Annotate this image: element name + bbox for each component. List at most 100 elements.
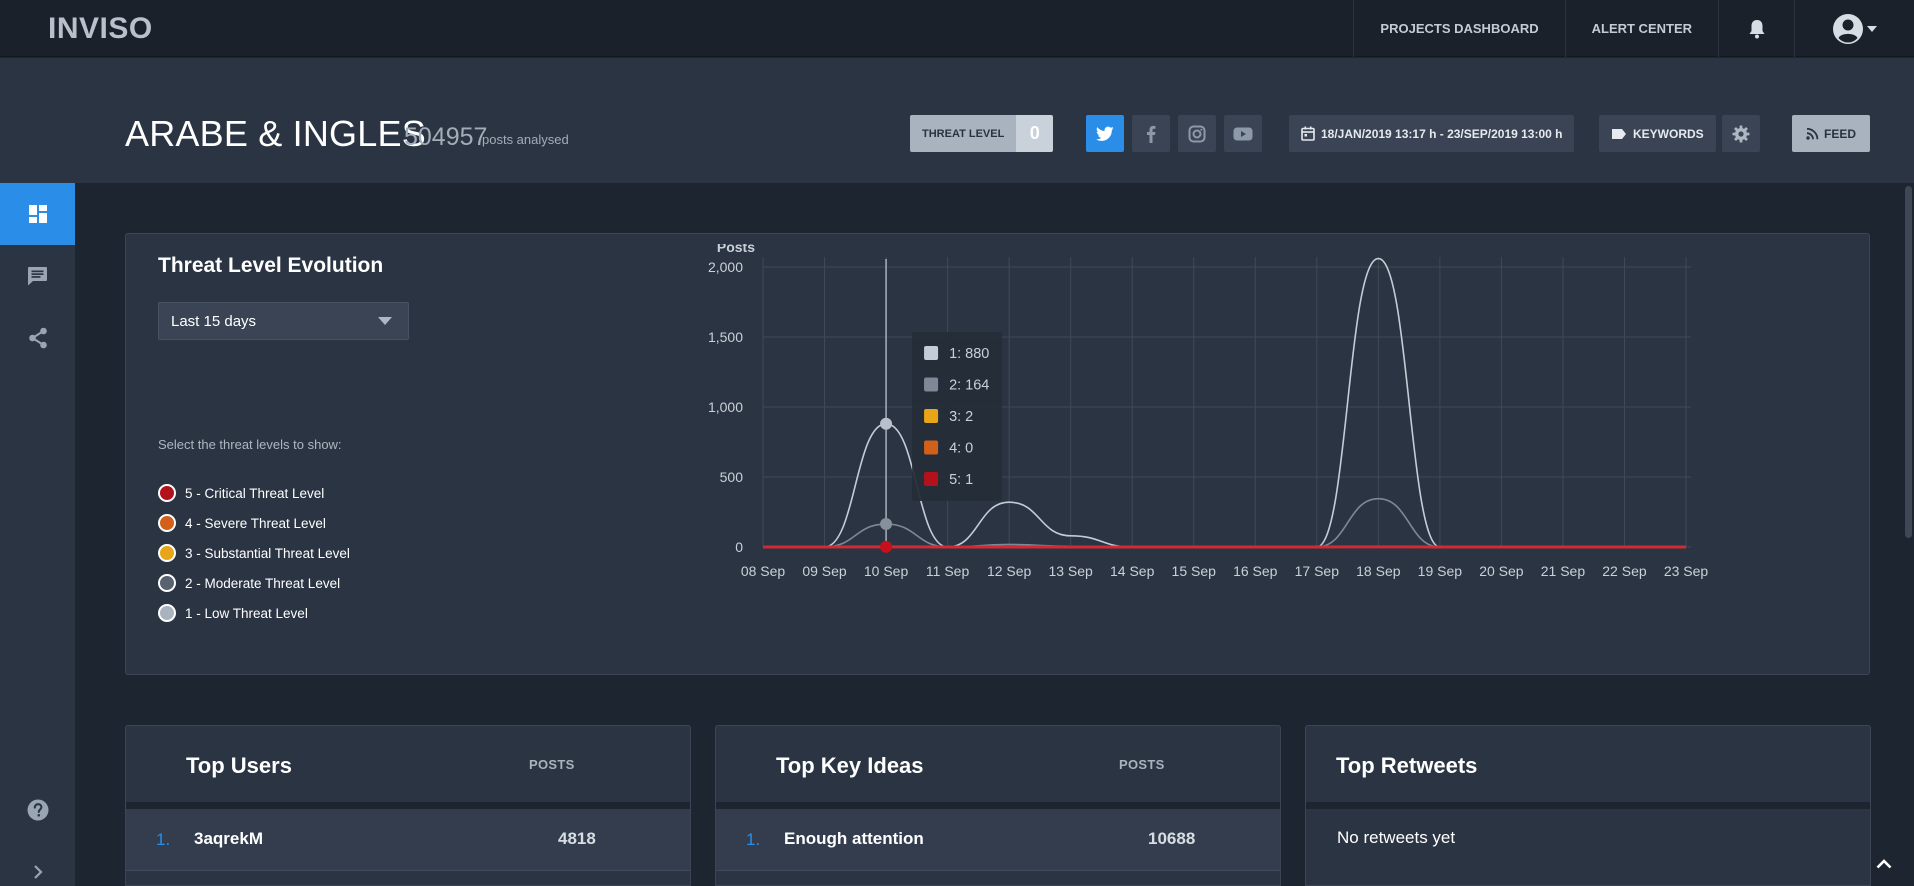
keywords-button[interactable]: KEYWORDS [1599,115,1716,152]
threat-level-swatch [158,484,176,502]
threat-level-toggle[interactable]: 3 - Substantial Threat Level [158,538,350,568]
threat-evolution-panel: Threat Level Evolution Last 15 days Sele… [125,233,1870,675]
top-bar: INVISO PROJECTS DASHBOARD ALERT CENTER [0,0,1914,57]
youtube-icon [1233,127,1253,140]
y-tick-label: 1,000 [708,399,743,415]
y-axis-label: Posts [717,244,755,255]
top-key-ideas-panel: Top Key Ideas POSTS 1. Enough attention … [715,725,1281,886]
instagram-filter-button[interactable] [1178,115,1216,152]
threat-level-label: 1 - Low Threat Level [185,605,308,621]
row-user-name[interactable]: 3aqrekM [194,829,263,849]
row-rank: 1. [746,830,761,849]
threat-level-legend: 5 - Critical Threat Level 4 - Severe Thre… [158,478,350,628]
threat-level-label: 4 - Severe Threat Level [185,515,326,531]
chevron-up-icon [1876,859,1892,869]
x-tick-label: 15 Sep [1172,563,1217,579]
sidebar-item-network[interactable] [0,307,75,369]
scrollbar-thumb[interactable] [1905,186,1912,538]
y-tick-label: 500 [720,469,744,485]
x-tick-label: 17 Sep [1295,563,1340,579]
x-tick-label: 08 Sep [741,563,786,579]
x-tick-label: 11 Sep [926,563,970,579]
threat-level-value: 0 [1016,115,1054,152]
x-tick-label: 19 Sep [1418,563,1463,579]
threat-level-toggle[interactable]: 5 - Critical Threat Level [158,478,350,508]
row-rank: 1. [156,830,171,849]
threat-level-label: 3 - Substantial Threat Level [185,545,350,561]
threat-level-toggle[interactable]: 4 - Severe Threat Level [158,508,350,538]
panel-title: Threat Level Evolution [158,254,384,277]
date-range-button[interactable]: 18/JAN/2019 13:17 h - 23/SEP/2019 13:00 … [1289,115,1575,152]
feed-button[interactable]: FEED [1792,115,1870,152]
facebook-filter-button[interactable] [1132,115,1170,152]
panel-divider [126,802,690,809]
keywords-label: KEYWORDS [1633,126,1704,141]
user-menu-button[interactable] [1794,0,1914,57]
threat-select-hint: Select the threat levels to show: [158,437,342,452]
chevron-down-icon [1866,25,1877,32]
row-key-idea[interactable]: Enough attention [784,829,924,849]
panel-divider [716,802,1280,809]
left-sidebar [0,183,75,886]
row-post-count: 10688 [1148,829,1196,848]
post-count: 504957 [404,123,488,151]
top-key-ideas-posts-header: POSTS [1119,757,1165,772]
top-nav: PROJECTS DASHBOARD ALERT CENTER [1353,0,1914,57]
tooltip-value: 3: 2 [949,409,973,425]
top-key-ideas-title: Top Key Ideas [776,753,924,778]
dashboard-icon [28,205,47,223]
scroll-to-top-button[interactable] [1872,852,1896,876]
account-circle-icon [1832,13,1863,44]
date-range-label: 18/JAN/2019 13:17 h - 23/SEP/2019 13:00 … [1321,126,1563,141]
x-tick-label: 23 Sep [1664,563,1709,579]
x-tick-label: 18 Sep [1356,563,1401,579]
series-line-2 [763,497,1686,548]
page-title: ARABE & INGLES [125,113,426,154]
x-tick-label: 10 Sep [864,563,909,579]
x-tick-label: 21 Sep [1541,563,1586,579]
sidebar-item-conversations[interactable] [0,245,75,307]
range-select[interactable]: Last 15 days [158,302,409,340]
settings-button[interactable] [1722,115,1760,152]
y-tick-label: 0 [735,539,743,555]
help-icon [27,799,48,821]
hover-point-2 [880,518,893,531]
y-tick-label: 1,500 [708,329,743,345]
threat-level-swatch [158,574,176,592]
table-row[interactable]: 1. 3aqrekM 4818 [126,809,690,871]
x-tick-label: 14 Sep [1110,563,1155,579]
row-post-count: 4818 [558,829,596,848]
threat-level-badge: THREAT LEVEL 0 [910,115,1054,152]
app-logo[interactable]: INVISO [48,12,153,46]
x-tick-label: 13 Sep [1048,563,1093,579]
threat-level-swatch [158,604,176,622]
share-icon [28,327,47,349]
table-row[interactable]: 1. Enough attention 10688 [716,809,1280,871]
chevron-right-icon [33,865,43,879]
feed-label: FEED [1823,126,1856,141]
sidebar-expand-button[interactable] [0,841,75,886]
x-tick-label: 22 Sep [1602,563,1647,579]
youtube-filter-button[interactable] [1224,115,1262,152]
sidebar-item-dashboard[interactable] [0,183,75,245]
notifications-button[interactable] [1718,0,1794,57]
threat-level-toggle[interactable]: 1 - Low Threat Level [158,598,350,628]
hover-point-1 [880,417,893,430]
bell-icon [1749,19,1764,38]
twitter-filter-button[interactable] [1086,115,1124,152]
top-retweets-title: Top Retweets [1336,753,1478,778]
threat-level-toggle[interactable]: 2 - Moderate Threat Level [158,568,350,598]
alert-center-link[interactable]: ALERT CENTER [1564,0,1718,57]
tooltip-value: 5: 1 [949,472,973,488]
threat-level-swatch [158,544,176,562]
threat-level-label: 5 - Critical Threat Level [185,485,325,501]
tooltip-swatch [924,409,939,423]
y-tick-label: 2,000 [708,259,743,275]
hover-point-5 [880,540,893,553]
x-tick-label: 09 Sep [802,563,847,579]
series-line-1 [763,257,1686,548]
sidebar-item-help[interactable] [0,779,75,841]
x-tick-label: 12 Sep [987,563,1032,579]
projects-dashboard-link[interactable]: PROJECTS DASHBOARD [1353,0,1564,57]
facebook-icon [1147,125,1156,143]
